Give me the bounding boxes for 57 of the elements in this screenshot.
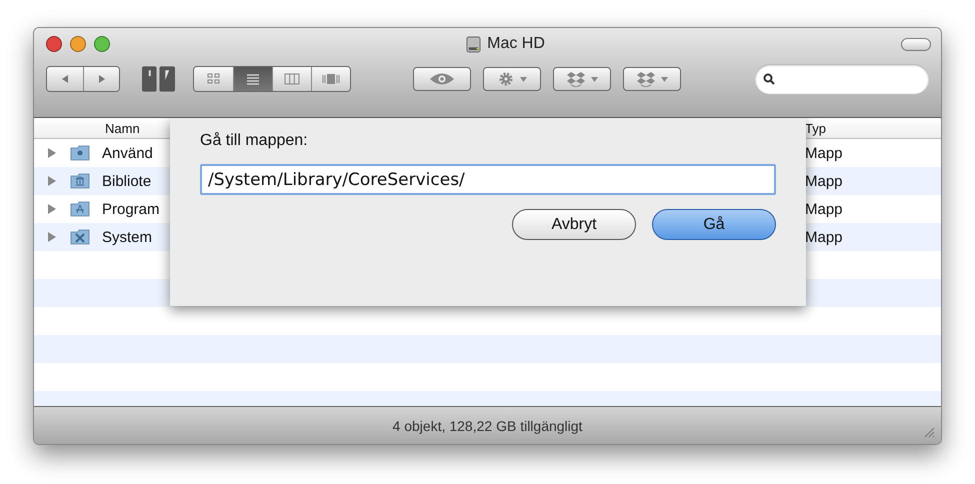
forward-button[interactable] xyxy=(83,67,119,91)
view-mode-button[interactable] xyxy=(233,67,272,91)
box-icon xyxy=(636,71,654,87)
file-name: Program xyxy=(102,200,160,218)
disclosure-triangle-icon[interactable] xyxy=(48,232,56,242)
back-arrow-icon xyxy=(60,74,70,84)
resize-grip-icon[interactable] xyxy=(923,426,935,438)
cancel-button[interactable]: Avbryt xyxy=(512,209,636,240)
grid-icon xyxy=(206,73,220,85)
search-icon xyxy=(763,73,775,85)
eye-icon xyxy=(429,72,455,86)
caret-icon xyxy=(590,76,598,82)
file-kind: Mapp xyxy=(805,228,844,246)
toolbar-toggle-button[interactable] xyxy=(901,38,931,50)
caret-icon xyxy=(660,76,668,82)
window-control-icon[interactable] xyxy=(94,36,110,52)
quick-look-button[interactable] xyxy=(413,67,471,91)
caret-icon xyxy=(520,76,526,82)
forward-arrow-icon xyxy=(96,74,106,84)
file-kind: Mapp xyxy=(805,144,844,162)
file-kind: Mapp xyxy=(805,172,844,190)
disclosure-triangle-icon[interactable] xyxy=(48,148,56,158)
view-mode-button[interactable] xyxy=(194,67,233,91)
folder-icon xyxy=(70,145,90,161)
file-kind: Mapp xyxy=(805,200,844,218)
disclosure-triangle-icon[interactable] xyxy=(48,176,56,186)
search-field[interactable] xyxy=(755,64,929,94)
folder-icon xyxy=(70,201,90,217)
window-control-icon[interactable] xyxy=(70,36,86,52)
hard-drive-icon xyxy=(466,36,482,52)
folder-icon xyxy=(70,173,90,189)
window-title: Mac HD xyxy=(487,35,545,53)
action-button[interactable] xyxy=(483,67,541,91)
back-button[interactable] xyxy=(47,67,83,91)
window-control-icon[interactable] xyxy=(46,36,62,52)
disclosure-triangle-icon[interactable] xyxy=(48,204,56,214)
coverflow-icon xyxy=(322,73,340,85)
box-icon xyxy=(566,71,584,87)
file-name: Bibliote xyxy=(102,172,152,190)
view-mode-button[interactable] xyxy=(272,67,311,91)
status-text: 4 objekt, 128,22 GB tillgängligt xyxy=(392,418,582,434)
folder-path-field[interactable]: /System/Library/CoreServices/ xyxy=(200,164,776,195)
file-name: Använd xyxy=(102,144,153,162)
gear-icon xyxy=(498,71,514,87)
dropbox-button[interactable] xyxy=(553,67,611,91)
file-name: System xyxy=(102,228,152,246)
view-mode-button[interactable] xyxy=(311,67,350,91)
view-mode-control[interactable] xyxy=(193,66,351,92)
folder-icon xyxy=(70,229,90,245)
path-icon[interactable] xyxy=(142,66,175,92)
column-header[interactable]: Namn xyxy=(105,120,140,136)
go-button[interactable]: Gå xyxy=(652,209,776,240)
column-header[interactable]: Typ xyxy=(805,120,941,136)
sheet-label: Gå till mappen: xyxy=(200,132,309,150)
list-icon xyxy=(246,73,260,85)
dropbox-button[interactable] xyxy=(623,67,681,91)
columns-icon xyxy=(284,73,300,85)
